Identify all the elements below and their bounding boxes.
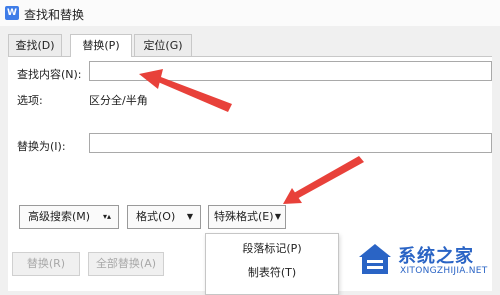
- expand-icon: ▾▴: [102, 212, 111, 221]
- special-format-menu: 段落标记(P) 制表符(T): [205, 233, 339, 295]
- wps-writer-icon: W: [5, 6, 19, 20]
- replace-all-button[interactable]: 全部替换(A): [88, 252, 164, 276]
- format-button[interactable]: 格式(O) ▼: [127, 205, 201, 229]
- watermark: 系统之家 XITONGZHIJIA.NET: [350, 238, 500, 287]
- window-title: 查找和替换: [24, 8, 85, 22]
- replace-button[interactable]: 替换(R): [12, 252, 80, 276]
- house-logo-icon: [359, 244, 391, 274]
- replace-label: 替换为(I):: [17, 140, 66, 153]
- special-format-label: 特殊格式(E): [214, 210, 274, 223]
- menu-item-paragraph-mark[interactable]: 段落标记(P): [206, 238, 338, 260]
- watermark-name: 系统之家: [398, 246, 474, 267]
- options-value: 区分全/半角: [89, 94, 148, 107]
- tab-find[interactable]: 查找(D): [8, 34, 62, 56]
- advanced-search-button[interactable]: 高级搜索(M) ▾▴: [19, 205, 119, 229]
- format-label: 格式(O): [136, 210, 176, 223]
- chevron-down-icon: ▼: [186, 212, 193, 221]
- tab-replace[interactable]: 替换(P): [70, 34, 132, 57]
- find-input[interactable]: [89, 61, 492, 81]
- tab-goto[interactable]: 定位(G): [134, 34, 192, 56]
- watermark-url: XITONGZHIJIA.NET: [400, 266, 488, 276]
- chevron-down-icon: ▼: [274, 212, 281, 221]
- options-label: 选项:: [17, 94, 43, 107]
- menu-item-tab-char[interactable]: 制表符(T): [206, 262, 338, 284]
- title-bar: W 查找和替换: [0, 0, 500, 26]
- advanced-search-label: 高级搜索(M): [28, 210, 91, 223]
- replace-input[interactable]: [89, 133, 492, 153]
- find-label: 查找内容(N):: [17, 68, 82, 81]
- special-format-button[interactable]: 特殊格式(E) ▼: [208, 205, 286, 229]
